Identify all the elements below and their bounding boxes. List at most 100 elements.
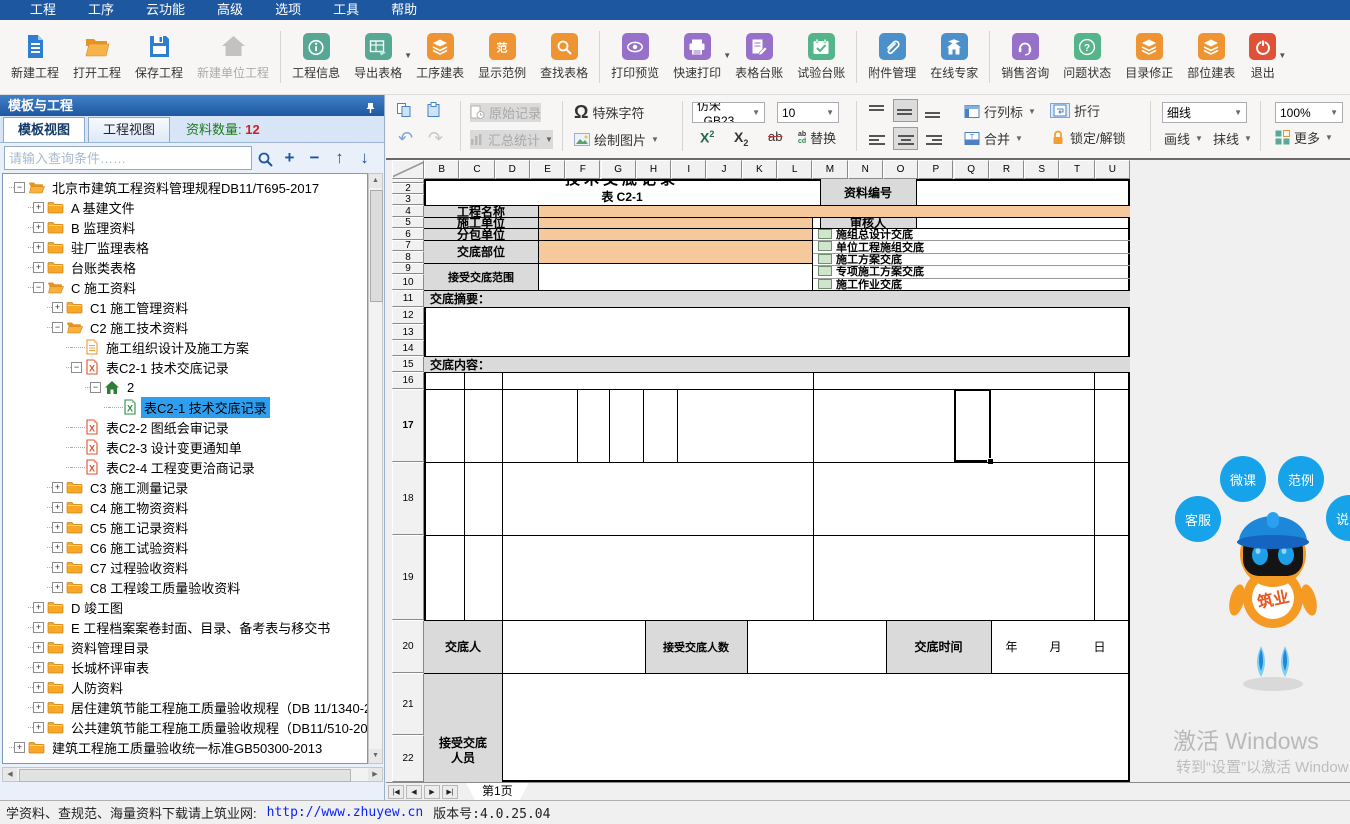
row-header-8[interactable]: 8 [392, 251, 424, 263]
tree-item[interactable]: −北京市建筑工程资料管理规程DB11/T695-2017 [3, 177, 367, 197]
row-header-17[interactable]: 17 [392, 389, 424, 462]
scroll-thumb[interactable] [19, 769, 351, 782]
align-center-button[interactable] [893, 127, 918, 150]
tree-item-label[interactable]: C5 施工记录资料 [87, 517, 191, 538]
line-style-select[interactable]: 细线▼ [1162, 102, 1247, 123]
expand-icon[interactable]: + [33, 242, 44, 253]
tree-item[interactable]: +人防资料 [3, 677, 367, 697]
column-header-T[interactable]: T [1059, 160, 1094, 179]
eye-button[interactable]: 打印预览 [604, 25, 666, 89]
cell-subcontract-unit-input[interactable] [538, 228, 812, 240]
tree-item[interactable]: −C2 施工技术资料 [3, 317, 367, 337]
menu-item-1[interactable]: 工程 [14, 0, 72, 20]
menu-item-6[interactable]: 工具 [317, 0, 375, 20]
scroll-right-icon[interactable]: ▶ [368, 768, 382, 781]
tree-item[interactable]: +长城杯评审表 [3, 657, 367, 677]
dropdown-arrow-icon[interactable]: ▼ [1278, 51, 1286, 60]
tree-item-label[interactable]: 公共建筑节能工程施工质量验收规程（DB11/510-2017） [68, 717, 368, 738]
paste-button[interactable] [426, 102, 443, 119]
tree-item-label[interactable]: A 基建文件 [68, 197, 138, 218]
tree-item-label[interactable]: C1 施工管理资料 [87, 297, 191, 318]
tree-item-label[interactable]: 施工组织设计及施工方案 [103, 337, 252, 358]
row-header-13[interactable]: 13 [392, 324, 424, 340]
superscript-button[interactable]: X2 [700, 129, 714, 146]
cell-reviewer-input[interactable] [916, 217, 1130, 228]
tab-project-view[interactable]: 工程视图 [88, 117, 170, 142]
row-header-16[interactable]: 16 [392, 372, 424, 389]
row-header-21[interactable]: 21 [392, 673, 424, 735]
cell-discloser-input[interactable] [502, 620, 645, 673]
doc-pencil-button[interactable]: 表格台账 [728, 25, 790, 89]
collapse-all-icon[interactable]: − [302, 148, 327, 168]
copy-button[interactable] [396, 102, 413, 119]
tab-template-view[interactable]: 模板视图 [3, 117, 85, 142]
cell-construction-unit-input[interactable] [538, 217, 812, 228]
row-header-14[interactable]: 14 [392, 340, 424, 356]
scroll-up-icon[interactable]: ▲ [369, 174, 382, 188]
expand-icon[interactable]: + [33, 222, 44, 233]
scroll-left-icon[interactable]: ◀ [3, 768, 17, 781]
checkbox-icon[interactable] [818, 254, 832, 264]
collapse-icon[interactable]: − [52, 322, 63, 333]
row-header-3[interactable]: 3 [392, 194, 424, 205]
expand-icon[interactable]: + [52, 502, 63, 513]
row-header-18[interactable]: 18 [392, 462, 424, 535]
special-char-button[interactable]: Ω 特殊字符 [574, 102, 644, 123]
expand-icon[interactable]: + [33, 602, 44, 613]
doc-new-button[interactable]: 新建工程 [4, 25, 66, 89]
undo-button[interactable]: ↶ [398, 128, 413, 149]
find-next-icon[interactable]: ↓ [352, 148, 377, 168]
expand-icon[interactable]: + [33, 702, 44, 713]
sheet-tab[interactable]: 第1页 [466, 783, 529, 800]
tree-item[interactable]: X表C2-1 技术交底记录 [3, 397, 367, 417]
tree-item[interactable]: +C8 工程竣工质量验收资料 [3, 577, 367, 597]
checkbox-icon[interactable] [818, 241, 832, 251]
column-header-K[interactable]: K [742, 160, 777, 179]
select-all-corner[interactable] [392, 160, 424, 179]
menu-item-5[interactable]: 选项 [259, 0, 317, 20]
tree-item-label[interactable]: E 工程档案案卷封面、目录、备考表与移交书 [68, 617, 333, 638]
row-header-15[interactable]: 15 [392, 356, 424, 372]
column-header-F[interactable]: F [565, 160, 600, 179]
tree-item[interactable]: + C4 施工物资资料 [3, 497, 367, 517]
column-header-D[interactable]: D [495, 160, 530, 179]
tree-item[interactable]: +E 工程档案案卷封面、目录、备考表与移交书 [3, 617, 367, 637]
row-header-11[interactable]: 11 [392, 290, 424, 307]
expand-all-icon[interactable]: + [277, 148, 302, 168]
float-button-1[interactable]: 微课 [1220, 456, 1266, 502]
row-col-mark-button[interactable]: 行列标▼ [964, 102, 1036, 121]
row-header-9[interactable]: 9 [392, 263, 424, 274]
question-button[interactable]: ?问题状态 [1056, 25, 1118, 89]
column-header-J[interactable]: J [706, 160, 741, 179]
tree-item[interactable]: X表C2-2 图纸会审记录 [3, 417, 367, 437]
expand-icon[interactable]: + [52, 482, 63, 493]
wrap-button[interactable]: 折行 [1050, 101, 1100, 120]
expand-icon[interactable]: + [14, 742, 25, 753]
tree-item-label[interactable]: C8 工程竣工质量验收资料 [87, 577, 243, 598]
zhuye-link[interactable]: http://www.zhuyew.cn [267, 805, 424, 820]
cell-accept-scope-input[interactable] [538, 263, 812, 290]
tree-item[interactable]: +建筑工程施工质量验收统一标准GB50300-2013 [3, 737, 367, 757]
cell-disclosure-part-input[interactable] [538, 240, 812, 263]
collapse-icon[interactable]: − [14, 182, 25, 193]
row-header-4[interactable]: 4 [392, 205, 424, 217]
merge-button[interactable]: T 合并▼ [964, 129, 1023, 148]
collapse-icon[interactable]: − [90, 382, 101, 393]
redo-button[interactable]: ↷ [428, 128, 443, 149]
expert-button[interactable]: 在线专家 [923, 25, 985, 89]
home-big-button[interactable]: 新建单位工程 [190, 25, 276, 89]
more-button[interactable]: 更多▼ [1275, 128, 1333, 147]
selected-cell[interactable] [954, 389, 991, 462]
tree-item-label[interactable]: C6 施工试验资料 [87, 537, 191, 558]
tree-item-label[interactable]: 表C2-1 技术交底记录 [103, 357, 232, 378]
tree-item-label[interactable]: D 竣工图 [68, 597, 126, 618]
tree-item-label[interactable]: 长城杯评审表 [68, 657, 152, 678]
tree-item-label[interactable]: C4 施工物资资料 [87, 497, 191, 518]
tree-item-label[interactable]: 表C2-3 设计变更通知单 [103, 437, 245, 458]
printer-button[interactable]: 快速打印▼ [666, 25, 728, 89]
raw-record-button[interactable]: 原始记录 [470, 103, 541, 122]
search-button[interactable]: 查找表格 [533, 25, 595, 89]
column-header-C[interactable]: C [459, 160, 494, 179]
layers-button[interactable]: 部位建表 [1180, 25, 1242, 89]
menu-item-3[interactable]: 云功能 [130, 0, 201, 20]
